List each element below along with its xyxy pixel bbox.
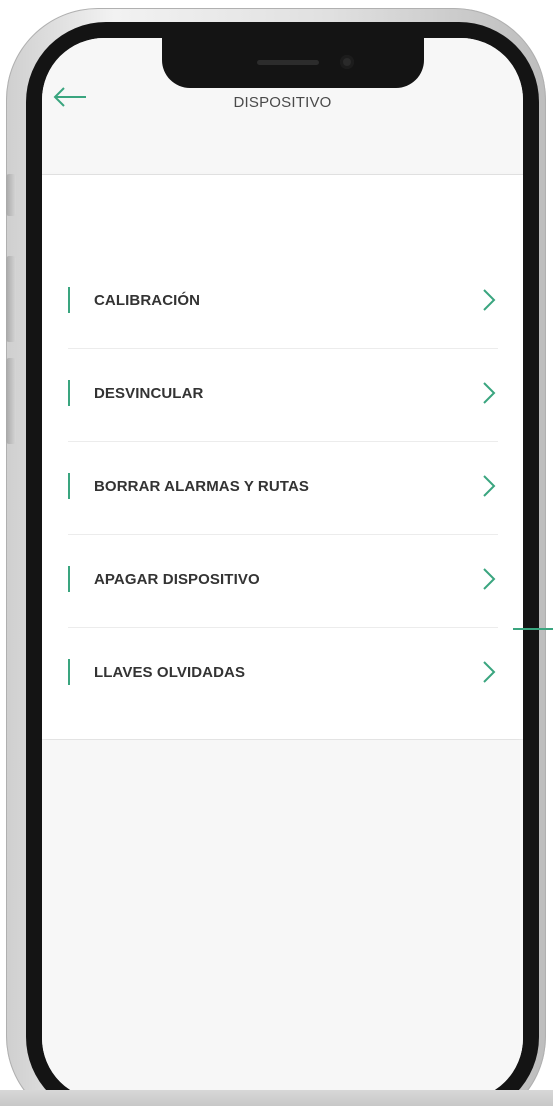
phone-notch <box>162 38 424 88</box>
accent-bar <box>68 473 70 499</box>
chevron-right-icon <box>483 661 496 683</box>
phone-side-button-top <box>6 174 16 216</box>
chevron-right-icon <box>483 475 496 497</box>
chevron-right-icon <box>483 382 496 404</box>
front-camera <box>340 55 354 69</box>
empty-content-area <box>42 740 523 1100</box>
accent-bar <box>68 659 70 685</box>
menu-item-desvincular[interactable]: DESVINCULAR <box>68 348 498 442</box>
chevron-right-icon <box>483 289 496 311</box>
callout-pointer-line <box>513 628 553 630</box>
accent-bar <box>68 380 70 406</box>
accent-bar <box>68 566 70 592</box>
accent-bar <box>68 287 70 313</box>
menu-item-label: CALIBRACIÓN <box>94 292 201 309</box>
page-title: DISPOSITIVO <box>233 94 332 111</box>
chevron-right-icon <box>483 568 496 590</box>
phone-side-button-volume-down <box>6 358 16 444</box>
speaker-grille <box>257 60 319 65</box>
menu-item-llaves-olvidadas[interactable]: LLAVES OLVIDADAS <box>68 627 498 720</box>
settings-menu: CALIBRACIÓN DESVINCULAR BORRAR ALARMAS Y… <box>42 175 523 739</box>
phone-frame: DISPOSITIVO CALIBRACIÓN DESVINCULAR BORR… <box>6 8 546 1106</box>
menu-item-borrar-alarmas-y-rutas[interactable]: BORRAR ALARMAS Y RUTAS <box>68 441 498 535</box>
menu-item-label: DESVINCULAR <box>94 385 204 402</box>
menu-item-label: APAGAR DISPOSITIVO <box>94 571 260 588</box>
menu-item-label: LLAVES OLVIDADAS <box>94 664 246 681</box>
screenshot-stage: DISPOSITIVO CALIBRACIÓN DESVINCULAR BORR… <box>0 0 553 1106</box>
phone-screen: DISPOSITIVO CALIBRACIÓN DESVINCULAR BORR… <box>42 38 523 1100</box>
menu-item-calibracion[interactable]: CALIBRACIÓN <box>68 255 498 349</box>
menu-item-label: BORRAR ALARMAS Y RUTAS <box>94 478 309 495</box>
bottom-shadow-strip <box>0 1090 553 1106</box>
phone-side-button-volume-up <box>6 256 16 342</box>
menu-item-apagar-dispositivo[interactable]: APAGAR DISPOSITIVO <box>68 534 498 628</box>
